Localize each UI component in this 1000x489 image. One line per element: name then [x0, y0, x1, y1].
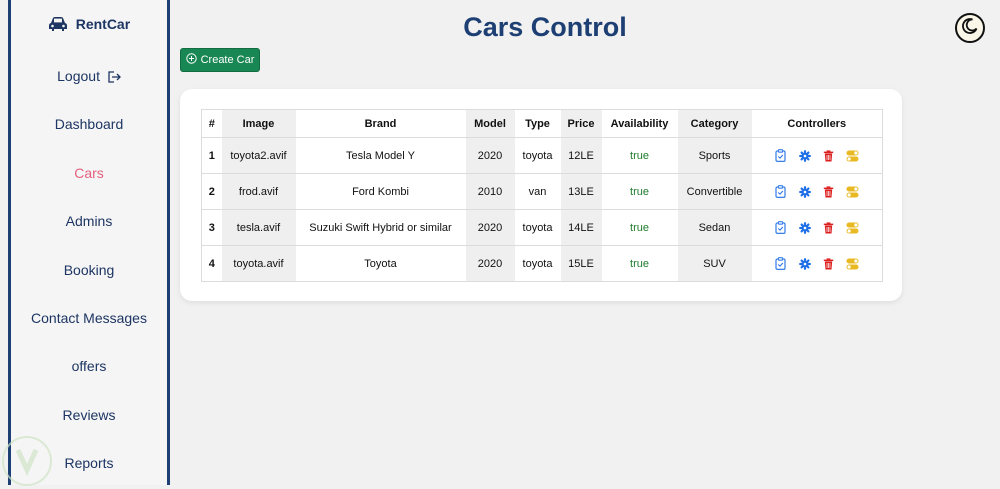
trash-icon[interactable]: [822, 221, 836, 235]
cell-availability: true: [601, 245, 678, 282]
table-row: 3 tesla.avif Suzuki Swift Hybrid or simi…: [201, 209, 883, 246]
cars-table: # Image Brand Model Type Price Availabil…: [201, 109, 883, 282]
sidebar-item-label: Cars: [74, 165, 104, 181]
cell-brand: Toyota: [295, 245, 466, 282]
cell-price: 15LE: [560, 245, 602, 282]
brand-label: RentCar: [75, 16, 131, 32]
cell-availability: true: [601, 137, 678, 174]
gear-icon[interactable]: [798, 257, 812, 271]
clipboard-icon[interactable]: [774, 221, 788, 235]
sidebar-item-label: Reviews: [62, 407, 116, 423]
cell-type: toyota: [514, 245, 561, 282]
cell-type: van: [514, 173, 561, 210]
table-header-row: # Image Brand Model Type Price Availabil…: [201, 109, 883, 138]
trash-icon[interactable]: [822, 257, 836, 271]
car-icon: [48, 16, 68, 35]
sidebar-item-label: offers: [71, 358, 107, 374]
sidebar: RentCar Logout Dashboard Cars Admins Boo…: [8, 0, 170, 485]
cell-index: 1: [201, 137, 222, 174]
create-car-button[interactable]: Create Car: [180, 48, 260, 72]
cell-type: toyota: [514, 137, 561, 174]
table-row: 2 frod.avif Ford Kombi 2010 van 13LE tru…: [201, 173, 883, 210]
toggle-icon[interactable]: [846, 185, 860, 199]
cell-category: SUV: [677, 245, 752, 282]
cell-model: 2010: [465, 173, 515, 210]
sidebar-item-offers[interactable]: offers: [11, 358, 167, 374]
sidebar-item-admins[interactable]: Admins: [11, 213, 167, 229]
trash-icon[interactable]: [822, 185, 836, 199]
cell-brand: Tesla Model Y: [295, 137, 466, 174]
cell-availability: true: [601, 173, 678, 210]
cell-model: 2020: [465, 245, 515, 282]
watermark-logo: [2, 436, 52, 486]
table-row: 1 toyota2.avif Tesla Model Y 2020 toyota…: [201, 137, 883, 174]
clipboard-icon[interactable]: [774, 185, 788, 199]
sidebar-item-label: Contact Messages: [31, 310, 147, 326]
cell-price: 12LE: [560, 137, 602, 174]
clipboard-icon[interactable]: [774, 149, 788, 163]
toggle-icon[interactable]: [846, 257, 860, 271]
cell-price: 14LE: [560, 209, 602, 246]
toggle-icon[interactable]: [846, 221, 860, 235]
cell-category: Sedan: [677, 209, 752, 246]
cell-image: frod.avif: [221, 173, 296, 210]
sidebar-item-label: Reports: [64, 455, 114, 471]
sidebar-item-contact-messages[interactable]: Contact Messages: [11, 310, 167, 326]
cell-model: 2020: [465, 137, 515, 174]
cell-model: 2020: [465, 209, 515, 246]
sidebar-item-label: Booking: [63, 262, 115, 278]
create-car-label: Create Car: [200, 54, 255, 66]
gear-icon[interactable]: [798, 221, 812, 235]
cell-image: toyota.avif: [221, 245, 296, 282]
column-header: Brand: [295, 109, 466, 138]
trash-icon[interactable]: [822, 149, 836, 163]
cell-type: toyota: [514, 209, 561, 246]
cell-controllers: [751, 245, 883, 282]
sidebar-item-label: Logout: [57, 68, 100, 84]
toggle-icon[interactable]: [846, 149, 860, 163]
cell-index: 4: [201, 245, 222, 282]
cell-category: Sports: [677, 137, 752, 174]
gear-icon[interactable]: [798, 149, 812, 163]
cell-index: 2: [201, 173, 222, 210]
brand[interactable]: RentCar: [11, 16, 167, 35]
sidebar-item-reviews[interactable]: Reviews: [11, 407, 167, 423]
cell-availability: true: [601, 209, 678, 246]
cell-image: tesla.avif: [221, 209, 296, 246]
column-header: Price: [560, 109, 602, 138]
cars-card: # Image Brand Model Type Price Availabil…: [180, 89, 902, 301]
page-title: Cars Control: [463, 12, 627, 42]
column-header: Image: [221, 109, 296, 138]
cell-controllers: [751, 173, 883, 210]
plus-circle-icon: [185, 53, 197, 67]
cell-index: 3: [201, 209, 222, 246]
logout-icon: [107, 70, 121, 86]
cell-controllers: [751, 209, 883, 246]
cell-brand: Suzuki Swift Hybrid or similar: [295, 209, 466, 246]
cell-price: 13LE: [560, 173, 602, 210]
cell-image: toyota2.avif: [221, 137, 296, 174]
table-row: 4 toyota.avif Toyota 2020 toyota 15LE tr…: [201, 245, 883, 282]
theme-toggle-button[interactable]: [955, 13, 985, 43]
cell-category: Convertible: [677, 173, 752, 210]
cell-controllers: [751, 137, 883, 174]
column-header: Category: [677, 109, 752, 138]
sidebar-item-dashboard[interactable]: Dashboard: [11, 116, 167, 132]
column-header: #: [201, 109, 222, 138]
sidebar-item-logout[interactable]: Logout: [11, 68, 167, 86]
sidebar-item-label: Dashboard: [54, 116, 124, 132]
moon-icon: [962, 17, 978, 39]
column-header: Type: [514, 109, 561, 138]
column-header: Availability: [601, 109, 678, 138]
sidebar-item-booking[interactable]: Booking: [11, 262, 167, 278]
gear-icon[interactable]: [798, 185, 812, 199]
sidebar-item-label: Admins: [65, 213, 113, 229]
sidebar-item-cars[interactable]: Cars: [11, 165, 167, 181]
cell-brand: Ford Kombi: [295, 173, 466, 210]
clipboard-icon[interactable]: [774, 257, 788, 271]
column-header: Controllers: [751, 109, 883, 138]
column-header: Model: [465, 109, 515, 138]
